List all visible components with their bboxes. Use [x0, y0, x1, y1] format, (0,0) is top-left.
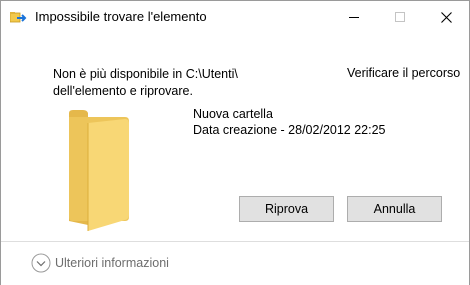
details-footer: Ulteriori informazioni — [1, 241, 469, 285]
error-message-line-2: dell'elemento e riprovare. — [53, 84, 193, 98]
close-icon — [440, 11, 452, 23]
error-dialog: Impossibile trovare l'elemento Non è più… — [0, 0, 470, 285]
minimize-button[interactable] — [331, 1, 377, 33]
item-name: Nuova cartella — [193, 107, 273, 121]
maximize-icon — [395, 12, 405, 22]
error-message-line-1: Non è più disponibile in C:\Utenti\ — [53, 67, 238, 81]
minimize-icon — [349, 17, 359, 18]
maximize-button[interactable] — [377, 1, 423, 33]
item-created-date: Data creazione - 28/02/2012 22:25 — [193, 123, 386, 137]
cancel-button[interactable]: Annulla — [347, 196, 442, 222]
app-icon — [9, 11, 27, 25]
close-button[interactable] — [423, 1, 469, 33]
title-bar[interactable]: Impossibile trovare l'elemento — [1, 1, 469, 33]
more-info-toggle[interactable]: Ulteriori informazioni — [55, 256, 169, 270]
chevron-down-icon[interactable] — [31, 253, 51, 273]
window-title: Impossibile trovare l'elemento — [35, 9, 207, 24]
verify-path-text: Verificare il percorso — [347, 66, 461, 80]
folder-icon — [67, 109, 131, 233]
error-message: Non è più disponibile in C:\Utenti\ dell… — [53, 66, 283, 100]
retry-button[interactable]: Riprova — [239, 196, 334, 222]
